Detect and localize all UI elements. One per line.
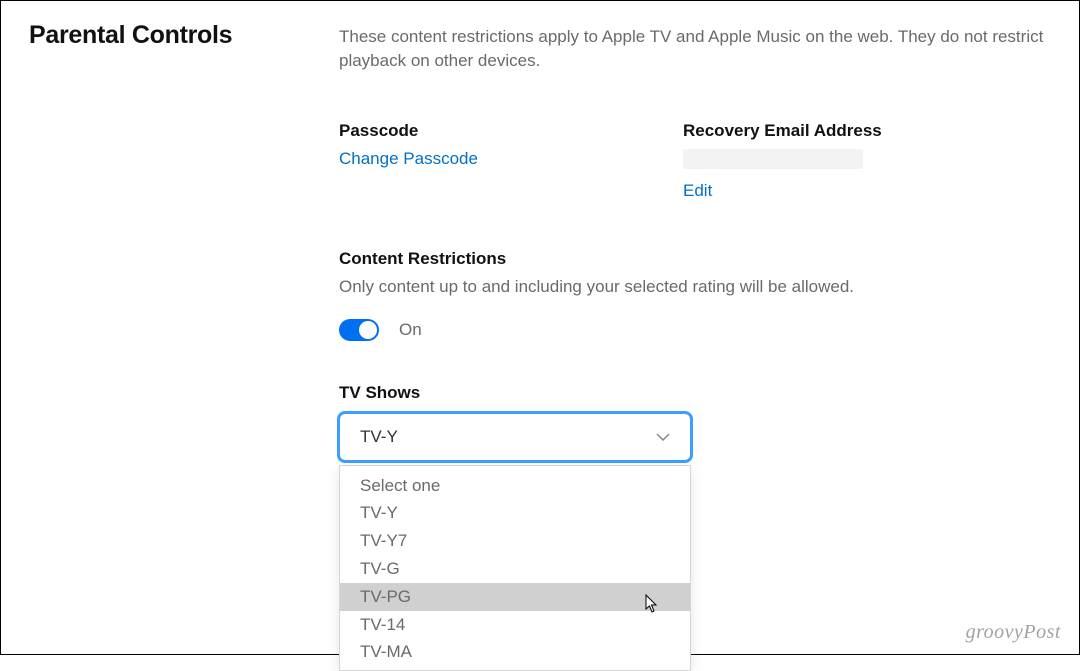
content-restrictions-heading: Content Restrictions: [339, 249, 1051, 269]
dropdown-option-tv14[interactable]: TV-14: [340, 611, 690, 639]
recovery-email-value: [683, 149, 863, 169]
dropdown-option-tvy7[interactable]: TV-Y7: [340, 527, 690, 555]
watermark: groovyPost: [966, 621, 1061, 644]
tv-shows-selected-value: TV-Y: [360, 427, 398, 447]
dropdown-option-tvy[interactable]: TV-Y: [340, 499, 690, 527]
tv-shows-select[interactable]: TV-Y: [339, 413, 691, 461]
passcode-heading: Passcode: [339, 121, 683, 141]
toggle-state-label: On: [399, 320, 422, 340]
recovery-email-heading: Recovery Email Address: [683, 121, 1051, 141]
tv-shows-dropdown: Select one TV-Y TV-Y7 TV-G TV-PG TV-14 T…: [339, 465, 691, 671]
page-title: Parental Controls: [29, 21, 339, 50]
dropdown-option-tvpg[interactable]: TV-PG: [340, 583, 690, 611]
dropdown-option-tvg[interactable]: TV-G: [340, 555, 690, 583]
tv-shows-label: TV Shows: [339, 383, 1051, 403]
content-restrictions-toggle[interactable]: [339, 319, 379, 341]
change-passcode-link[interactable]: Change Passcode: [339, 149, 478, 169]
content-restrictions-subtext: Only content up to and including your se…: [339, 277, 1051, 297]
edit-recovery-email-link[interactable]: Edit: [683, 181, 712, 201]
chevron-down-icon: [656, 430, 670, 444]
page-description: These content restrictions apply to Appl…: [339, 25, 1051, 73]
dropdown-option-tvma[interactable]: TV-MA: [340, 638, 690, 670]
dropdown-option-placeholder[interactable]: Select one: [340, 466, 690, 500]
